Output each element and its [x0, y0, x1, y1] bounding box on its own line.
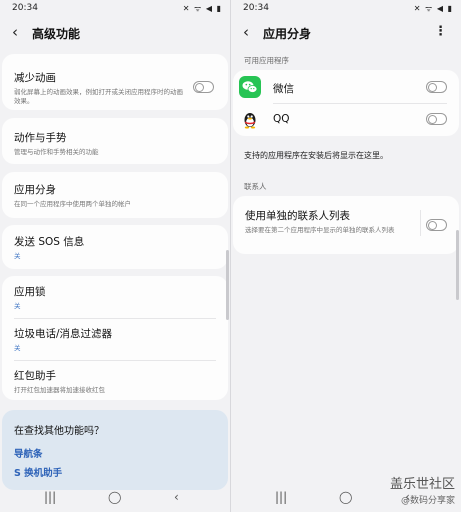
- dual-app-screen: 20:34 ✕ ᯤ ◀ ▮ ‹ 应用分身 ⋮ 可用应用程序 微信 QQ 支持的应…: [231, 0, 461, 512]
- qq-label: QQ: [273, 113, 290, 125]
- motions-title: 动作与手势: [14, 132, 67, 144]
- motions-subtitle: 管理与动作和手势相关的功能: [14, 148, 99, 156]
- sos-item[interactable]: 发送 SOS 信息 关: [14, 234, 216, 261]
- status-time: 20:34: [243, 3, 269, 13]
- qq-penguin-icon: [239, 108, 261, 130]
- wechat-toggle[interactable]: [426, 81, 447, 93]
- divider: [420, 210, 421, 236]
- sos-status: 关: [14, 252, 21, 260]
- app-lock-status: 关: [14, 302, 21, 310]
- reduce-animation-item[interactable]: 减少动画 弱化屏幕上的动画效果，例如打开或关闭应用程序时的动画效果。: [14, 70, 188, 106]
- separate-contacts-title: 使用单独的联系人列表: [245, 210, 350, 222]
- security-card: 应用锁 关 垃圾电话/消息过滤器 关 红包助手 打开红包加速器将加速接收红包: [2, 276, 228, 400]
- motions-item[interactable]: 动作与手势 管理与动作和手势相关的功能: [14, 130, 216, 157]
- watermark-line2: @数码分享家: [400, 496, 455, 506]
- separate-contacts-subtitle: 选择要在第二个应用程序中显示的单独的联系人列表: [245, 226, 395, 234]
- dual-app-item[interactable]: 应用分身 在同一个应用程序中使用两个单独的帐户: [14, 182, 216, 209]
- section-available-apps: 可用应用程序: [244, 56, 289, 65]
- app-lock-item[interactable]: 应用锁 关: [14, 284, 216, 311]
- spam-filter-item[interactable]: 垃圾电话/消息过滤器 关: [14, 326, 216, 353]
- status-icons: ✕ ᯤ ◀ ▮: [182, 4, 222, 13]
- page-title: 应用分身: [263, 27, 312, 41]
- smart-switch-link[interactable]: S 换机助手: [14, 465, 62, 479]
- sos-card: 发送 SOS 信息 关: [2, 225, 228, 269]
- reduce-animation-card: 减少动画 弱化屏幕上的动画效果，例如打开或关闭应用程序时的动画效果。: [2, 54, 228, 110]
- reduce-animation-title: 减少动画: [14, 72, 56, 84]
- status-bar: 20:34 ✕ ᯤ ◀ ▮: [0, 0, 230, 16]
- separate-contacts-toggle[interactable]: [426, 219, 447, 231]
- hongbao-subtitle: 打开红包加速器将加速接收红包: [14, 386, 105, 394]
- qq-toggle[interactable]: [426, 113, 447, 125]
- home-icon[interactable]: ◯: [108, 490, 121, 504]
- dual-app-subtitle: 在同一个应用程序中使用两个单独的帐户: [14, 200, 131, 208]
- more-options-icon[interactable]: ⋮: [434, 24, 447, 39]
- advanced-features-screen: 20:34 ✕ ᯤ ◀ ▮ ‹ 高级功能 减少动画 弱化屏幕上的动画效果，例如打…: [0, 0, 230, 512]
- watermark-line1: 盖乐世社区: [389, 477, 455, 492]
- status-time: 20:34: [12, 3, 38, 13]
- suggest-question: 在查找其他功能吗？: [14, 426, 104, 437]
- reduce-animation-subtitle: 弱化屏幕上的动画效果，例如打开或关闭应用程序时的动画效果。: [14, 88, 183, 105]
- contacts-card: 使用单独的联系人列表 选择要在第二个应用程序中显示的单独的联系人列表: [233, 196, 459, 254]
- recents-icon[interactable]: |||: [44, 490, 56, 504]
- navigation-bar: ||| ◯ ‹: [0, 484, 230, 512]
- page-title: 高级功能: [32, 27, 81, 41]
- qq-item[interactable]: QQ: [273, 113, 447, 125]
- app-bar: ‹ 应用分身 ⋮: [231, 22, 461, 44]
- sos-title: 发送 SOS 信息: [14, 236, 85, 248]
- spam-filter-status: 关: [14, 344, 21, 352]
- app-lock-title: 应用锁: [14, 286, 46, 298]
- hongbao-title: 红包助手: [14, 370, 56, 382]
- navigation-bar-link[interactable]: 导航条: [14, 446, 43, 460]
- wechat-label: 微信: [273, 83, 294, 95]
- back-icon[interactable]: ‹: [174, 490, 179, 504]
- divider: [273, 103, 447, 104]
- separate-contacts-item[interactable]: 使用单独的联系人列表 选择要在第二个应用程序中显示的单独的联系人列表: [245, 208, 419, 235]
- status-bar: 20:34 ✕ ᯤ ◀ ▮: [231, 0, 461, 16]
- scrollbar[interactable]: [456, 230, 459, 300]
- divider: [14, 318, 216, 319]
- spam-filter-title: 垃圾电话/消息过滤器: [14, 328, 113, 340]
- back-arrow-icon[interactable]: ‹: [243, 23, 249, 41]
- status-icons: ✕ ᯤ ◀ ▮: [413, 4, 453, 13]
- section-contacts: 联系人: [244, 182, 267, 191]
- back-arrow-icon[interactable]: ‹: [12, 23, 18, 41]
- wechat-icon: [239, 76, 261, 98]
- app-bar: ‹ 高级功能: [0, 22, 230, 44]
- apps-note: 支持的应用程序在安装后将显示在这里。: [244, 151, 388, 160]
- divider: [14, 360, 216, 361]
- looking-for-other-features-card: 在查找其他功能吗？ 导航条 S 换机助手: [2, 410, 228, 490]
- recents-icon[interactable]: |||: [275, 490, 287, 504]
- wechat-item[interactable]: 微信: [273, 81, 447, 96]
- reduce-animation-toggle[interactable]: [193, 81, 214, 93]
- dual-app-card: 应用分身 在同一个应用程序中使用两个单独的帐户: [2, 172, 228, 218]
- dual-app-title: 应用分身: [14, 184, 56, 196]
- watermark: 盖乐世社区 @数码分享家: [390, 473, 455, 506]
- home-icon[interactable]: ◯: [339, 490, 352, 504]
- motions-card: 动作与手势 管理与动作和手势相关的功能: [2, 118, 228, 164]
- scrollbar[interactable]: [226, 250, 229, 320]
- apps-card: 微信 QQ: [233, 70, 459, 136]
- hongbao-item[interactable]: 红包助手 打开红包加速器将加速接收红包: [14, 368, 216, 395]
